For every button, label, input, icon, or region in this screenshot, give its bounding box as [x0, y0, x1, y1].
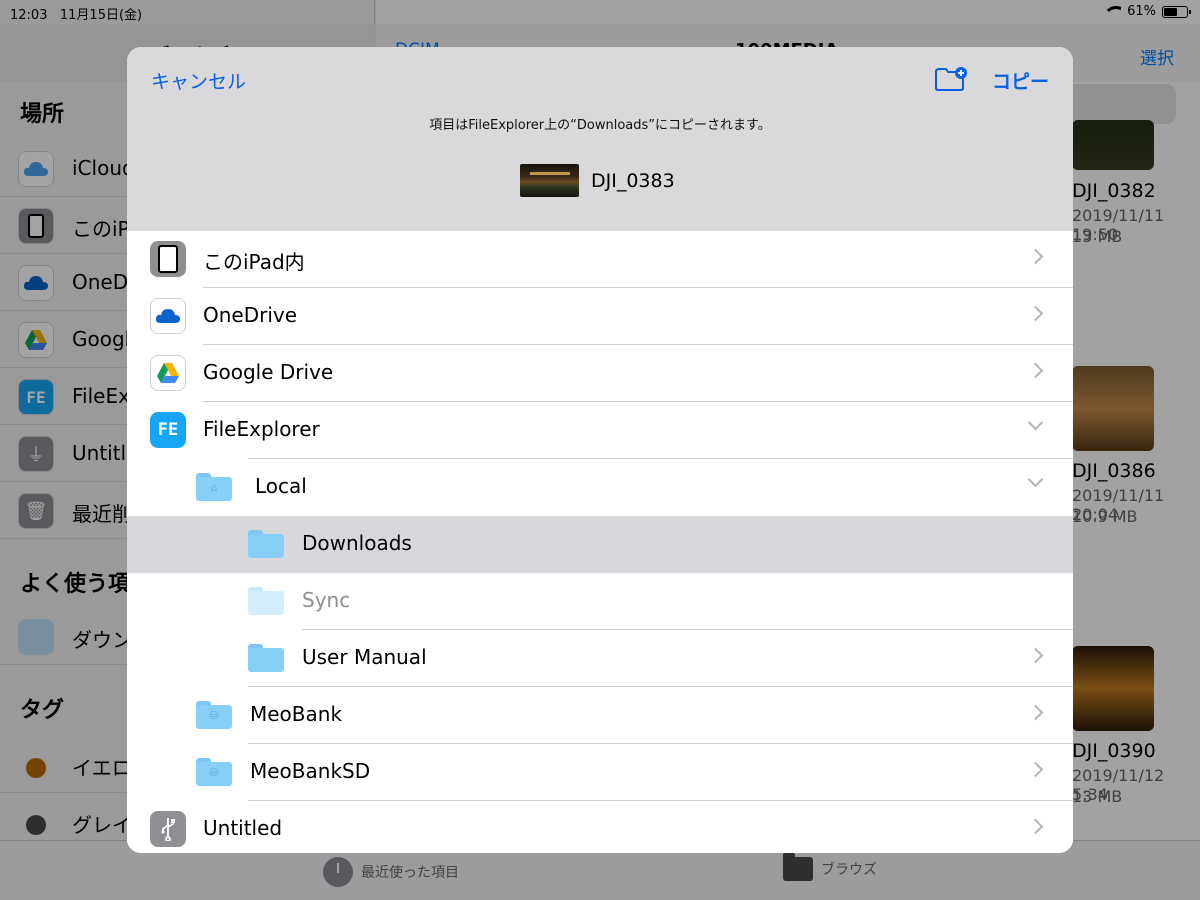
fileexplorer-icon: FE: [150, 412, 186, 448]
row-label: Downloads: [302, 531, 412, 555]
row-label: このiPad内: [203, 250, 305, 274]
chevron-down-icon[interactable]: [1027, 414, 1044, 431]
new-folder-icon[interactable]: [935, 67, 967, 91]
google-drive-icon: [150, 355, 186, 391]
file-thumbnail: [520, 164, 579, 197]
sheet-header: キャンセル コピー 項目はFileExplorer上の“Downloads”にコ…: [127, 47, 1073, 231]
row-label: User Manual: [302, 645, 427, 669]
row-label: FileExplorer: [203, 417, 320, 441]
row-label: Google Drive: [203, 360, 334, 384]
row-label: Untitled: [203, 816, 283, 840]
folder-icon: [248, 644, 284, 672]
row-meobanksd[interactable]: ⛁ MeoBankSD: [127, 744, 1073, 801]
row-google-drive[interactable]: Google Drive: [127, 345, 1073, 402]
chevron-right-icon: [1027, 362, 1044, 379]
row-fileexplorer[interactable]: FE FileExplorer: [127, 402, 1073, 459]
row-meobank[interactable]: ⛁ MeoBank: [127, 687, 1073, 744]
copy-button[interactable]: コピー: [992, 67, 1049, 94]
shared-folder-icon: ⛁: [196, 758, 232, 786]
cancel-button[interactable]: キャンセル: [151, 67, 246, 94]
chevron-right-icon: [1027, 704, 1044, 721]
folder-icon: [248, 587, 284, 615]
chevron-right-icon: [1027, 818, 1044, 835]
shared-folder-icon: ⛁: [196, 701, 232, 729]
row-local[interactable]: ⌂ Local: [127, 459, 1073, 516]
ipad-icon: [150, 241, 186, 277]
chevron-right-icon: [1027, 647, 1044, 664]
row-label: OneDrive: [203, 303, 298, 327]
row-user-manual[interactable]: User Manual: [127, 630, 1073, 687]
row-label: MeoBankSD: [250, 759, 371, 783]
row-untitled[interactable]: Untitled: [127, 801, 1073, 853]
chevron-down-icon[interactable]: [1027, 471, 1044, 488]
row-label: MeoBank: [250, 702, 343, 726]
local-folder-icon: ⌂: [196, 473, 232, 501]
row-downloads[interactable]: Downloads: [127, 516, 1073, 573]
row-label: Local: [255, 474, 307, 498]
folder-icon: [248, 530, 284, 558]
copy-destination-sheet: キャンセル コピー 項目はFileExplorer上の“Downloads”にコ…: [127, 47, 1073, 853]
row-onedrive[interactable]: OneDrive: [127, 288, 1073, 345]
onedrive-icon: [150, 298, 186, 334]
usb-icon: [150, 811, 186, 847]
destination-message: 項目はFileExplorer上の“Downloads”にコピーされます。: [429, 118, 771, 133]
row-label: Sync: [302, 588, 351, 612]
row-sync: Sync: [127, 573, 1073, 630]
file-preview: DJI_0383: [520, 164, 675, 197]
file-name: DJI_0383: [591, 169, 675, 192]
row-ipad[interactable]: このiPad内: [127, 231, 1073, 288]
chevron-right-icon: [1027, 305, 1044, 322]
chevron-right-icon: [1027, 761, 1044, 778]
chevron-right-icon: [1027, 248, 1044, 265]
